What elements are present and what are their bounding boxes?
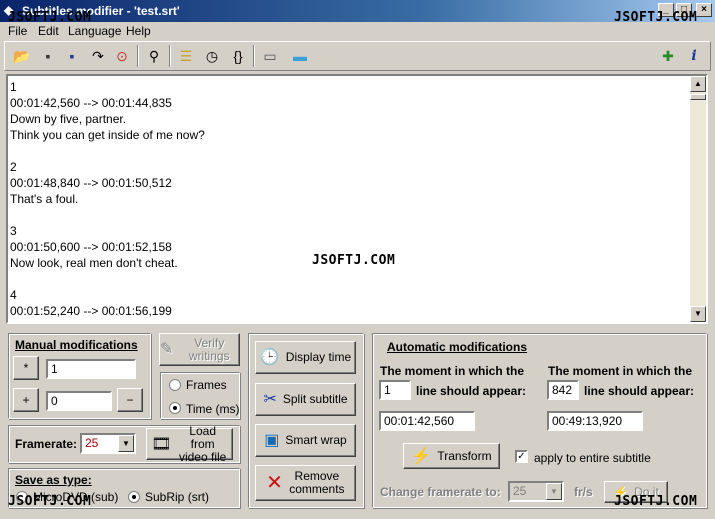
scroll-down-icon[interactable]: ▼ (690, 306, 706, 322)
time-radio[interactable] (169, 402, 181, 414)
toolbar: 📂 ▪ ▪ ↷ ⊙ ⚲ ☰ ◷ {} ▭ ▬ ✚ i (4, 41, 711, 71)
time-label: Time (ms) (186, 402, 240, 416)
save-as-icon[interactable]: ▪ (61, 46, 83, 66)
subrip-label: SubRip (srt) (145, 490, 210, 504)
window-icon[interactable]: ▬ (289, 46, 311, 66)
close-button[interactable]: × (696, 3, 712, 17)
plugin-icon[interactable]: ✚ (657, 46, 679, 66)
menu-edit[interactable]: Edit (38, 24, 59, 38)
add-button[interactable]: + (13, 388, 39, 412)
subtract-button[interactable]: − (117, 388, 143, 412)
vertical-scrollbar[interactable]: ▲ ▼ (690, 76, 706, 322)
line-label-1: line should appear: (416, 384, 527, 398)
clock-icon: 🕒 (259, 349, 280, 366)
apply-entire-label: apply to entire subtitle (534, 451, 651, 465)
display-time-button[interactable]: 🕒 Display time (255, 341, 356, 374)
document-icon[interactable]: ▭ (259, 46, 281, 66)
transform-button[interactable]: ⚡ Transform (403, 443, 500, 469)
moment-label-2: The moment in which the (548, 364, 693, 378)
redo-icon[interactable]: ↷ (87, 46, 109, 66)
auto-title: Automatic modifications (387, 340, 528, 354)
apply-entire-checkbox[interactable]: ✓ (515, 450, 528, 463)
save-icon[interactable]: ▪ (37, 46, 59, 66)
open-icon[interactable]: 📂 (11, 46, 33, 66)
subtitle-text[interactable]: 1 00:01:42,560 --> 00:01:44,835 Down by … (8, 76, 688, 322)
smart-wrap-button[interactable]: ▣ Smart wrap (255, 424, 356, 457)
verify-icon: ✎ (160, 341, 174, 358)
change-framerate-label: Change framerate to: (380, 485, 501, 499)
frames-radio[interactable] (169, 379, 181, 391)
offset-input[interactable]: 0 (46, 391, 112, 411)
chevron-down-icon[interactable]: ▼ (546, 483, 562, 500)
time-input-2[interactable]: 00:49:13,920 (547, 411, 643, 431)
chevron-down-icon[interactable]: ▼ (118, 435, 134, 452)
lightning-icon: ⚡ (411, 447, 432, 465)
load-from-video-button[interactable]: 🎞 Load from video file (146, 424, 233, 463)
info-icon[interactable]: i (683, 46, 705, 66)
stop-icon[interactable]: ⊙ (111, 46, 133, 66)
frames-label: Frames (186, 378, 227, 392)
braces-icon[interactable]: {} (227, 46, 249, 66)
multiplier-input[interactable]: 1 (46, 359, 136, 379)
video-icon: 🎞 (151, 435, 172, 453)
time-input-1[interactable]: 00:01:42,560 (379, 411, 475, 431)
framerate-label: Framerate: (15, 437, 78, 451)
verify-writings-button[interactable]: ✎ Verify writings (159, 333, 240, 366)
framerate-select[interactable]: 25 ▼ (80, 433, 136, 454)
menu-file[interactable]: File (8, 24, 27, 38)
moment-label-1: The moment in which the (380, 364, 525, 378)
save-title: Save as type: (15, 473, 92, 487)
multiply-button[interactable]: * (13, 356, 39, 380)
remove-comments-button[interactable]: ✕ Remove comments (255, 465, 356, 501)
target-framerate-select[interactable]: 25 ▼ (508, 481, 564, 502)
menu-bar: File Edit Language Help (0, 22, 715, 40)
menu-help[interactable]: Help (126, 24, 151, 38)
watermark: JSOFTJ.COM (312, 253, 396, 268)
line-number-input-1[interactable]: 1 (379, 380, 411, 400)
scroll-thumb[interactable] (690, 94, 706, 100)
watermark: JSOFTJ.COM (614, 494, 698, 509)
list-icon[interactable]: ☰ (175, 46, 197, 66)
watermark: JSOFTJ.COM (8, 494, 92, 509)
scissors-icon: ✂ (263, 391, 277, 408)
watermark: JSOFTJ.COM (8, 10, 92, 25)
subtitle-editor[interactable]: 1 00:01:42,560 --> 00:01:44,835 Down by … (6, 74, 708, 324)
split-subtitle-button[interactable]: ✂ Split subtitle (255, 383, 356, 416)
menu-language[interactable]: Language (68, 24, 121, 38)
title-bar: ◆ Subtitles modifier - 'test.srt' _ □ × (0, 0, 715, 22)
monitor-icon: ▣ (264, 432, 280, 449)
line-number-input-2[interactable]: 842 (547, 380, 579, 400)
delete-x-icon: ✕ (266, 471, 283, 494)
fps-unit-label: fr/s (574, 485, 593, 499)
timer-icon[interactable]: ◷ (201, 46, 223, 66)
manual-title: Manual modifications (15, 338, 138, 352)
line-label-2: line should appear: (584, 384, 695, 398)
scroll-up-icon[interactable]: ▲ (690, 76, 706, 92)
subrip-radio[interactable] (128, 491, 140, 503)
find-icon[interactable]: ⚲ (143, 46, 165, 66)
watermark: JSOFTJ.COM (614, 10, 698, 25)
